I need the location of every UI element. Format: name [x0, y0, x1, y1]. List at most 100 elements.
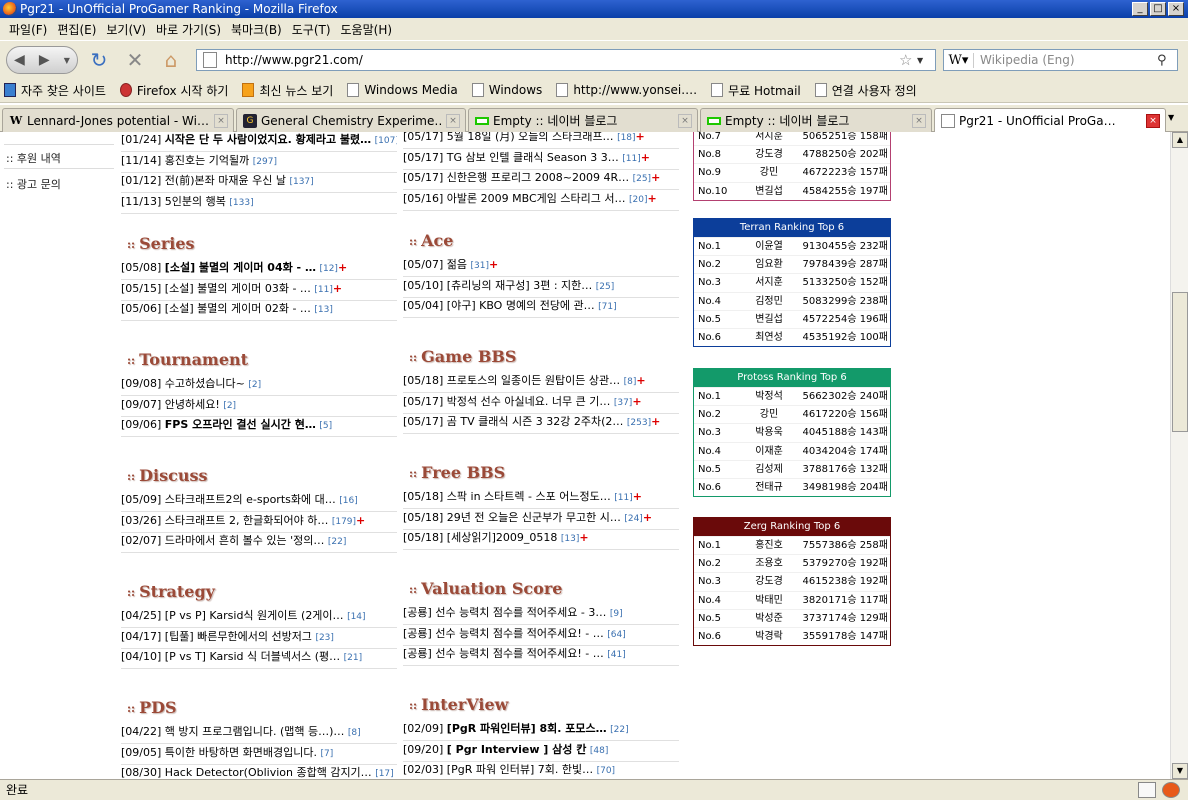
- post-title[interactable]: [소설] 불멸의 게이머 04화 - …: [165, 261, 316, 274]
- search-box[interactable]: W▾ Wikipedia (Eng) ⚲: [943, 49, 1178, 71]
- post-title[interactable]: 선수 능력치 점수를 적어주세요 - 3…: [435, 606, 606, 619]
- ranking-row[interactable]: No.6 박경락 3559 178승 147패: [694, 626, 890, 645]
- post-item[interactable]: [05/18] 스팍 in 스타트렉 - 스포 어느정도… [11]+: [403, 489, 679, 509]
- scroll-up-icon[interactable]: ▲: [1172, 132, 1188, 148]
- tab-close-icon[interactable]: ×: [912, 113, 926, 128]
- nav-link-sponsor[interactable]: :: 후원 내역: [6, 150, 61, 166]
- post-item[interactable]: [05/09] 스타크래프트2의 e-sports화에 대… [16]: [121, 492, 397, 512]
- tab-close-icon[interactable]: ×: [1146, 114, 1160, 128]
- tab-naver-blog-2[interactable]: Empty :: 네이버 블로그 ×: [700, 108, 932, 132]
- post-item[interactable]: [05/15] [소설] 불멸의 게이머 03화 - … [11]+: [121, 281, 397, 301]
- bookmark-windows-media[interactable]: Windows Media: [347, 83, 458, 97]
- menu-help[interactable]: 도움말(H): [336, 21, 398, 38]
- menu-tools[interactable]: 도구(T): [287, 21, 336, 38]
- ranking-row[interactable]: No.2 조용호 5379 270승 192패: [694, 554, 890, 572]
- post-title[interactable]: 수고하셨습니다~: [165, 377, 245, 390]
- section-title[interactable]: :: InterView: [409, 695, 508, 714]
- ranking-row[interactable]: No.6 최연성 4535 192승 100패: [694, 327, 890, 346]
- wikipedia-icon[interactable]: W▾: [944, 52, 974, 68]
- post-item[interactable]: [09/05] 특이한 바탕하면 화면배경입니다. [7]: [121, 745, 397, 765]
- minimize-button[interactable]: _: [1132, 2, 1148, 16]
- menu-bookmarks[interactable]: 북마크(B): [226, 21, 287, 38]
- post-title[interactable]: 신한은행 프로리그 2008~2009 4R…: [447, 171, 629, 184]
- ranking-row[interactable]: No.1 박정석 5662 302승 240패: [694, 387, 890, 405]
- post-title[interactable]: [ Pgr Interview ] 삼성 칸: [447, 743, 587, 756]
- post-title[interactable]: 스타크래프트2의 e-sports화에 대…: [165, 493, 336, 506]
- maximize-button[interactable]: □: [1150, 2, 1166, 16]
- post-title[interactable]: [세상읽기]2009_0518: [447, 531, 558, 544]
- post-item[interactable]: [공룡] 선수 능력치 점수를 적어주세요! - … [64]: [403, 626, 679, 646]
- post-title[interactable]: 시작은 단 두 사람이었지요. 황제라고 불렸…: [165, 133, 371, 146]
- tab-close-icon[interactable]: ×: [214, 113, 228, 128]
- ranking-row[interactable]: No.5 변길섭 4572 254승 196패: [694, 309, 890, 328]
- post-item[interactable]: [04/25] [P vs P] Karsid식 원게이트 (2게이… [14]: [121, 608, 397, 628]
- post-item[interactable]: [02/03] [PgR 파워 인터뷰] 7회. 한빛… [70]: [403, 762, 679, 779]
- post-title[interactable]: 선수 능력치 점수를 적어주세요! - …: [435, 647, 603, 660]
- post-item[interactable]: [04/10] [P vs T] Karsid 식 더블넥서스 (평… [21]: [121, 649, 397, 669]
- section-title[interactable]: :: Valuation Score: [409, 579, 562, 598]
- history-dropdown-icon[interactable]: ▼: [64, 56, 70, 65]
- section-title[interactable]: :: Free BBS: [409, 463, 505, 482]
- vertical-scrollbar[interactable]: ▲ ▼: [1170, 132, 1188, 779]
- post-title[interactable]: [P vs P] Karsid식 원게이트 (2게이…: [165, 609, 344, 622]
- post-item[interactable]: [09/08] 수고하셨습니다~ [2]: [121, 376, 397, 396]
- post-item[interactable]: [공룡] 선수 능력치 점수를 적어주세요 - 3… [9]: [403, 605, 679, 625]
- section-title[interactable]: :: PDS: [127, 698, 177, 717]
- menu-go[interactable]: 바로 가기(S): [151, 21, 226, 38]
- post-title[interactable]: 핵 방지 프로그램입니다. (맵핵 등…)…: [165, 725, 345, 738]
- ranking-row[interactable]: No.1 이윤열 9130 455승 232패: [694, 237, 890, 255]
- post-title[interactable]: [PgR 파워인터뷰] 8회. 포모스…: [447, 722, 607, 735]
- post-title[interactable]: 드라마에서 흔히 볼수 있는 '정의…: [165, 534, 325, 547]
- nav-link-advertise[interactable]: :: 광고 문의: [6, 176, 61, 192]
- post-item[interactable]: [02/09] [PgR 파워인터뷰] 8회. 포모스… [22]: [403, 721, 679, 741]
- tab-close-icon[interactable]: ×: [446, 113, 460, 128]
- post-item[interactable]: [11/14] 홍진호는 기억될까 [297]: [121, 153, 397, 173]
- post-title[interactable]: 29년 전 오늘은 신군부가 무고한 시…: [447, 511, 621, 524]
- post-item[interactable]: [09/07] 안녕하세요! [2]: [121, 397, 397, 417]
- post-title[interactable]: TG 삼보 인텔 클래식 Season 3 3…: [447, 151, 619, 164]
- url-dropdown-icon[interactable]: ▼: [917, 56, 935, 65]
- ranking-row[interactable]: No.9 강민 4672 223승 157패: [694, 163, 890, 181]
- menu-file[interactable]: 파일(F): [4, 21, 52, 38]
- ranking-row[interactable]: No.5 김성제 3788 176승 132패: [694, 459, 890, 478]
- ranking-row[interactable]: No.6 전태규 3498 198승 204패: [694, 477, 890, 496]
- post-item[interactable]: [05/04] [야구] KBO 명예의 전당에 관… [71]: [403, 298, 679, 318]
- bookmark-latest-news[interactable]: 최신 뉴스 보기: [242, 82, 333, 99]
- post-title[interactable]: Hack Detector(Oblivion 종합핵 감지기…: [165, 766, 372, 779]
- scroll-down-icon[interactable]: ▼: [1172, 763, 1188, 779]
- post-title[interactable]: 스팍 in 스타트렉 - 스포 어느정도…: [447, 490, 611, 503]
- post-title[interactable]: [소설] 불멸의 게이머 03화 - …: [165, 282, 311, 295]
- section-title[interactable]: :: Series: [127, 234, 195, 253]
- ranking-row[interactable]: No.5 박성준 3737 174승 129패: [694, 608, 890, 627]
- post-title[interactable]: 아발론 2009 MBC게임 스타리그 서…: [447, 192, 626, 205]
- post-item[interactable]: [08/30] Hack Detector(Oblivion 종합핵 감지기… …: [121, 765, 397, 779]
- post-item[interactable]: [01/24] 시작은 단 두 사람이었지요. 황제라고 불렸… [107]: [121, 132, 397, 152]
- ranking-row[interactable]: No.8 강도경 4788 250승 202패: [694, 145, 890, 163]
- status-icon[interactable]: [1138, 782, 1156, 798]
- menu-edit[interactable]: 편집(E): [52, 21, 101, 38]
- post-title[interactable]: 선수 능력치 점수를 적어주세요! - …: [435, 627, 603, 640]
- bookmark-most-visited[interactable]: 자주 찾은 사이트: [4, 82, 106, 99]
- forward-icon[interactable]: ▶: [39, 52, 50, 68]
- stop-icon[interactable]: ✕: [122, 47, 148, 73]
- firefox-status-icon[interactable]: [1162, 782, 1180, 798]
- post-item[interactable]: [05/18] [세상읽기]2009_0518 [13]+: [403, 530, 679, 550]
- ranking-row[interactable]: No.4 이재훈 4034 204승 174패: [694, 441, 890, 460]
- post-item[interactable]: [05/17] 박정석 선수 아실네요. 너무 큰 기… [37]+: [403, 394, 679, 414]
- reload-icon[interactable]: ↻: [86, 47, 112, 73]
- tab-pgr21[interactable]: Pgr21 - UnOfficial ProGa… ×: [934, 108, 1166, 133]
- post-item[interactable]: [05/10] [츄리닝의 재구성] 3편 : 지한… [25]: [403, 278, 679, 298]
- home-icon[interactable]: ⌂: [158, 47, 184, 73]
- ranking-row[interactable]: No.3 박용욱 4045 188승 143패: [694, 423, 890, 441]
- post-item[interactable]: [09/06] FPS 오프라인 결선 실시간 현… [5]: [121, 417, 397, 437]
- post-item[interactable]: [05/06] [소설] 불멸의 게이머 02화 - … [13]: [121, 301, 397, 321]
- post-item[interactable]: [03/26] 스타크래프트 2, 한글화되어야 하… [179]+: [121, 513, 397, 533]
- ranking-row[interactable]: No.4 김정민 5083 299승 238패: [694, 291, 890, 310]
- ranking-row[interactable]: No.7 서지훈 5065 251승 158패: [694, 132, 890, 145]
- ranking-row[interactable]: No.10 변길섭 4584 255승 197패: [694, 181, 890, 200]
- post-item[interactable]: [05/18] 프로토스의 일종이든 원탑이든 상관… [8]+: [403, 373, 679, 393]
- address-text[interactable]: http://www.pgr21.com/: [225, 53, 899, 67]
- section-title[interactable]: :: Strategy: [127, 582, 215, 601]
- post-title[interactable]: 특이한 바탕하면 화면배경입니다.: [165, 746, 317, 759]
- section-title[interactable]: :: Game BBS: [409, 347, 516, 366]
